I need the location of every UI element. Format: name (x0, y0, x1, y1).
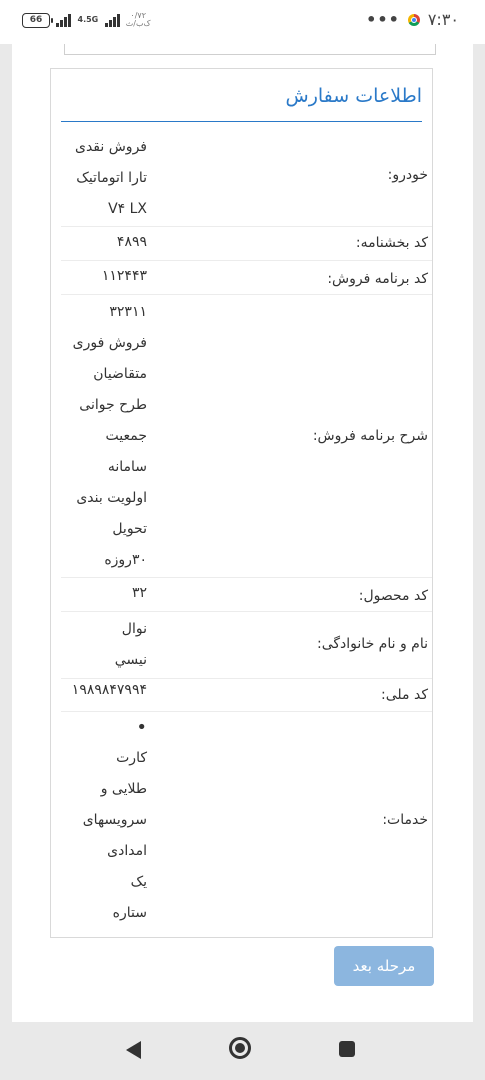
label-full-name: نام و نام خانوادگی: (317, 636, 428, 652)
speed-unit: ک‌ب/ث (125, 19, 151, 28)
row-national-code: کد ملی: ۱۹۸۹۸۴۷۹۹۴ (61, 678, 432, 712)
more-notifications-icon: ••• (366, 10, 400, 29)
value-bullet: • (136, 717, 147, 738)
value-line: ۱۹۸۹۸۴۷۹۹۴ (71, 682, 147, 698)
value-line: طلایی و (100, 781, 147, 797)
value-line: تحویل (112, 521, 147, 537)
value-line: ۳۲ (131, 585, 147, 601)
value-line: V۴ LX (108, 201, 147, 217)
value-line: یک (130, 874, 147, 890)
value-line: متقاضیان (93, 366, 147, 382)
navigation-bar (0, 1022, 485, 1080)
home-icon[interactable] (229, 1037, 251, 1059)
label-car: خودرو: (387, 167, 428, 183)
signal-icon-2 (105, 13, 120, 27)
clock: ۷:۳۰ (427, 10, 459, 29)
order-info-panel: اطلاعات سفارش خودرو: فروش نقدی تارا اتوم… (50, 68, 433, 938)
status-right: ••• ۷:۳۰ (366, 10, 459, 29)
value-line: سامانه (107, 459, 147, 475)
label-services: خدمات: (382, 812, 428, 828)
status-bar: 66 4.5G ۰/۷۲ ک‌ب/ث ••• ۷:۳۰ (0, 0, 485, 44)
value-line: اولویت بندی (76, 490, 147, 506)
value-sales-program-description: ۳۲۳۱۱ فروش فوری متقاضیان طرح جوانی جمعیت… (61, 297, 147, 576)
row-product-code: کد محصول: ۳۲ (61, 577, 432, 612)
value-circular-code: ۴۸۹۹ (61, 227, 147, 258)
page-content: اطلاعات سفارش خودرو: فروش نقدی تارا اتوم… (12, 44, 473, 1022)
value-full-name: نوال نیسي (61, 614, 147, 676)
value-line: امدادی (107, 843, 147, 859)
panel-title: اطلاعات سفارش (285, 85, 422, 107)
recent-apps-icon[interactable] (339, 1041, 355, 1057)
value-services: • کارت طلایی و سرویسهای امدادی یک ستاره (61, 712, 147, 929)
value-line: ۱۱۲۴۴۳ (101, 268, 147, 284)
battery-level: 66 (29, 14, 43, 25)
value-line: ۴۸۹۹ (116, 234, 147, 250)
value-line: نیسي (114, 652, 147, 668)
label-circular-code: کد بخشنامه: (355, 235, 428, 251)
value-line: سرویسهای (82, 812, 147, 828)
row-car: خودرو: فروش نقدی تارا اتوماتیک V۴ LX (61, 129, 432, 226)
network-type: 4.5G (77, 15, 99, 24)
value-sales-program-code: ۱۱۲۴۴۳ (61, 261, 147, 292)
title-divider (61, 121, 422, 122)
value-national-code: ۱۹۸۹۸۴۷۹۹۴ (61, 675, 147, 706)
chrome-icon (407, 13, 420, 26)
row-sales-program-code: کد برنامه فروش: ۱۱۲۴۴۳ (61, 260, 432, 295)
row-full-name: نام و نام خانوادگی: نوال نیسي (61, 611, 432, 679)
value-car: فروش نقدی تارا اتوماتیک V۴ LX (61, 132, 147, 225)
label-national-code: کد ملی: (381, 687, 428, 703)
row-circular-code: کد بخشنامه: ۴۸۹۹ (61, 226, 432, 261)
value-line: تارا اتوماتیک (76, 170, 147, 186)
value-product-code: ۳۲ (61, 578, 147, 609)
value-line: نوال (121, 621, 147, 637)
row-sales-program-description: شرح برنامه فروش: ۳۲۳۱۱ فروش فوری متقاضیا… (61, 294, 432, 578)
signal-icon (56, 13, 71, 27)
value-line: ۳۲۳۱۱ (109, 304, 147, 320)
value-line: ۳۰روزه (104, 552, 147, 568)
battery-icon: 66 (22, 12, 53, 28)
next-step-button[interactable]: مرحله بعد (334, 946, 434, 986)
network-speed: ۰/۷۲ ک‌ب/ث (126, 12, 151, 28)
value-line: جمعیت (105, 428, 147, 444)
previous-section-box (64, 44, 436, 55)
value-line: کارت (116, 750, 147, 766)
label-sales-program-code: کد برنامه فروش: (327, 271, 428, 287)
row-services: خدمات: • کارت طلایی و سرویسهای امدادی یک… (61, 711, 432, 932)
value-line: ستاره (112, 905, 147, 921)
value-line: فروش نقدی (74, 139, 147, 155)
value-line: فروش فوری (72, 335, 147, 351)
status-left: 66 4.5G ۰/۷۲ ک‌ب/ث (22, 12, 151, 28)
label-sales-program-description: شرح برنامه فروش: (312, 428, 428, 444)
value-line: طرح جوانی (79, 397, 147, 413)
back-icon[interactable] (126, 1041, 141, 1059)
label-product-code: کد محصول: (358, 588, 428, 604)
